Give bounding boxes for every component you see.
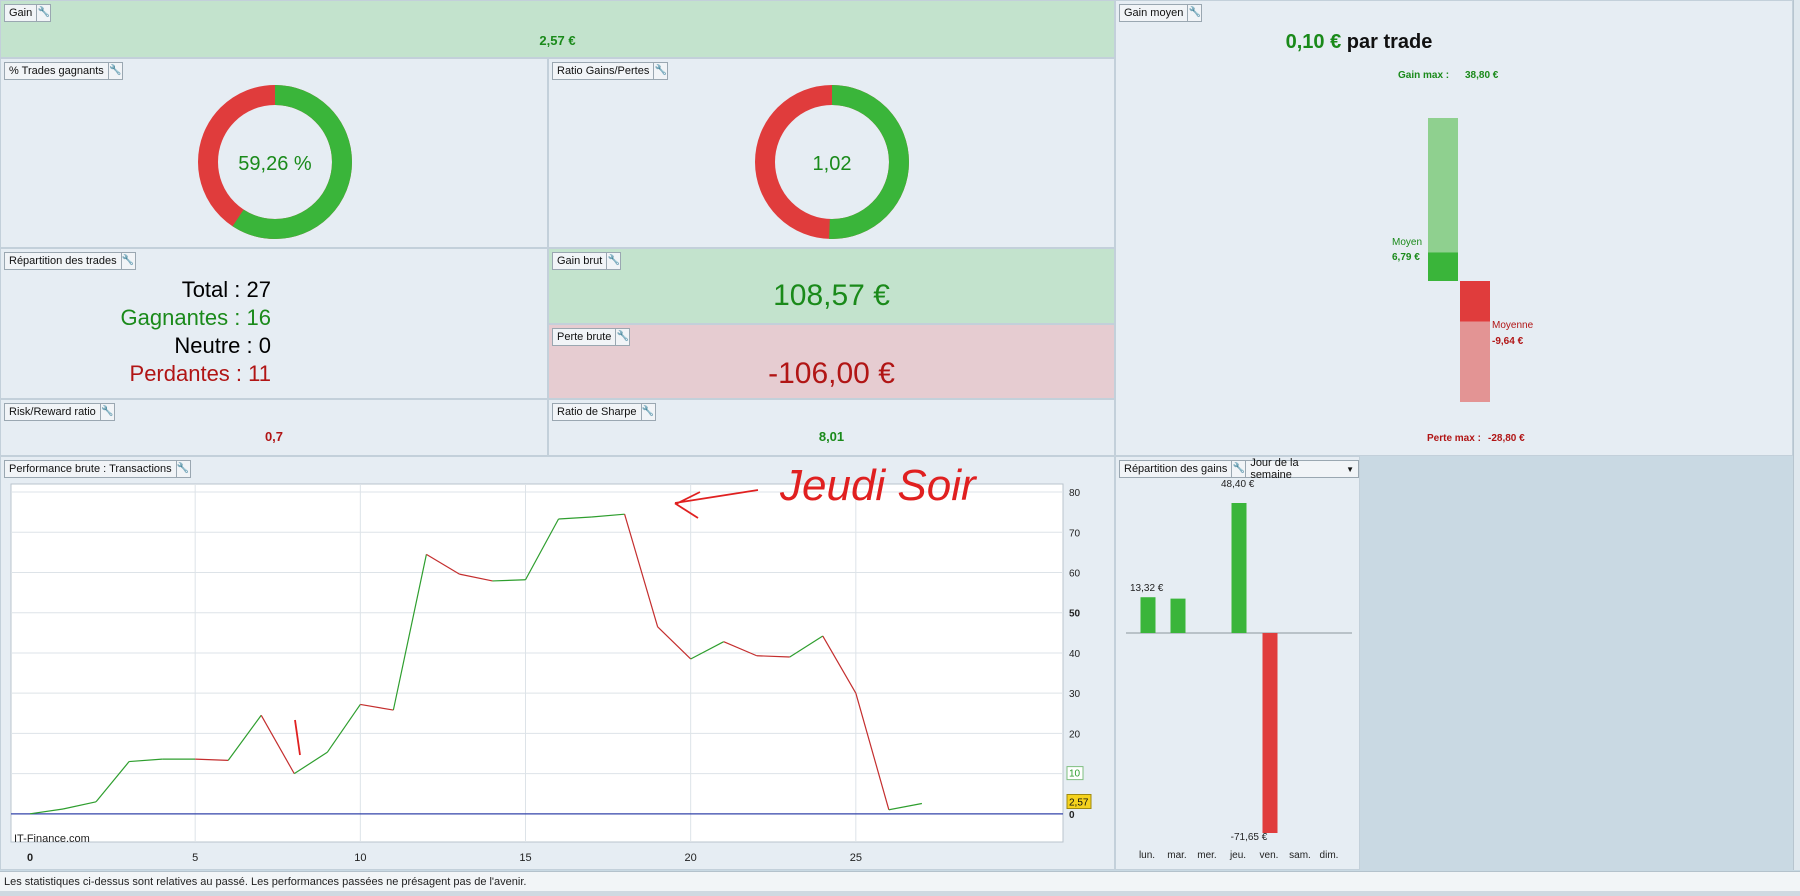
- day-bar-positive: [1231, 503, 1247, 633]
- marker-label: 10: [1069, 769, 1081, 780]
- day-label: dim.: [1320, 850, 1339, 861]
- ratio-value: 1,02: [813, 153, 852, 175]
- disclaimer: Les statistiques ci-dessus sont relative…: [0, 871, 1800, 891]
- label-thu-neg: -71,65 €: [1231, 832, 1268, 843]
- y-tick-label: 70: [1069, 528, 1081, 539]
- ratio-donut: 1,02: [755, 85, 909, 239]
- moyenne-value: -9,64 €: [1492, 336, 1524, 347]
- x-tick-label: 15: [519, 852, 531, 864]
- repartition-gains-panel: Répartition des gains 🔧 Jour de la semaine…: [1115, 456, 1360, 870]
- gain-moyen-panel: Gain moyen 🔧 0,10 € par trade Gain max : …: [1115, 0, 1793, 456]
- wrench-icon[interactable]: 🔧: [120, 253, 135, 269]
- trades-breakdown: Total : 27 Gagnantes : 16 Neutre : 0 Per…: [1, 276, 547, 388]
- gain-brut-panel: Gain brut 🔧 108,57 €: [548, 248, 1115, 324]
- repartition-gains-chart: lun. mar. mer. jeu. ven. sam. dim. 13,32 € 48,…: [1126, 479, 1352, 861]
- gain-moyen-chart: Gain max : 38,80 € Moyen 6,79 € Moyenne …: [1392, 70, 1534, 444]
- x-tick-label: 20: [685, 852, 697, 864]
- bottom-toolbar: [0, 891, 1800, 896]
- gain-title: Gain 🔧: [4, 4, 52, 22]
- day-label: jeu.: [1229, 850, 1246, 861]
- loss-avg-bar: [1460, 281, 1490, 322]
- empty-area: [1360, 456, 1793, 870]
- plot-area: [10, 483, 1064, 843]
- x-tick-label: 10: [354, 852, 366, 864]
- ratio-gains-pertes-panel: Ratio Gains/Pertes 🔧 1,02: [548, 58, 1115, 248]
- wrench-icon[interactable]: 🔧: [615, 329, 629, 345]
- moyen-value: 6,79 €: [1392, 252, 1420, 263]
- day-bar-positive: [1170, 598, 1186, 633]
- label-mon: 13,32 €: [1130, 583, 1164, 594]
- y-tick-label: 20: [1069, 729, 1081, 740]
- day-label: ven.: [1260, 850, 1279, 861]
- scrollbar[interactable]: [1793, 0, 1800, 870]
- repartition-trades-title: Répartition des trades 🔧: [4, 252, 136, 270]
- total-row: Total : 27: [181, 277, 271, 302]
- risk-reward-title: Risk/Reward ratio 🔧: [4, 403, 115, 421]
- x-tick-label: 25: [850, 852, 862, 864]
- perte-max-label: Perte max :: [1427, 433, 1481, 444]
- perdantes-row: Perdantes : 11: [129, 361, 271, 386]
- x-tick-label: 5: [192, 852, 198, 864]
- last-value-label: 2,57: [1069, 798, 1089, 809]
- risk-reward-value: 0,7: [264, 429, 284, 444]
- gain-brut-value: 108,57 €: [773, 279, 890, 312]
- perte-brute-panel: Perte brute 🔧 -106,00 €: [548, 324, 1115, 399]
- gagnantes-row: Gagnantes : 16: [120, 305, 271, 330]
- day-bar-positive: [1140, 597, 1156, 633]
- wrench-icon[interactable]: 🔧: [36, 5, 50, 21]
- performance-chart: 051015202580706050403020100 2,5710 IT-Fi…: [10, 483, 1092, 864]
- perte-brute-title: Perte brute 🔧: [552, 328, 631, 346]
- moyen-label: Moyen: [1392, 237, 1422, 248]
- y-tick-label: 30: [1069, 689, 1081, 700]
- day-bar-negative: [1262, 633, 1278, 833]
- performance-panel: Performance brute : Transactions 🔧 0 5 10 15…: [0, 456, 1115, 870]
- trades-gagnants-value: 59,26 %: [238, 153, 312, 175]
- neutre-row: Neutre : 0: [174, 333, 271, 358]
- gain-avg-bar: [1428, 252, 1458, 281]
- risk-reward-panel: Risk/Reward ratio 🔧 0,7: [0, 399, 548, 456]
- day-label: mer.: [1197, 850, 1216, 861]
- gain-brut-title: Gain brut 🔧: [552, 252, 622, 270]
- moyenne-label: Moyenne: [1492, 320, 1534, 331]
- perte-max-value: -28,80 €: [1488, 433, 1525, 444]
- gain-panel: Gain 🔧 2,57 €: [0, 0, 1115, 58]
- y-tick-label: 60: [1069, 568, 1081, 579]
- day-label: mar.: [1167, 850, 1186, 861]
- sharpe-value: 8,01: [818, 429, 845, 444]
- x-tick-label: 0: [27, 852, 33, 864]
- sharpe-title: Ratio de Sharpe 🔧: [552, 403, 656, 421]
- day-bars: [1140, 503, 1278, 833]
- loss-max-bar: [1460, 321, 1490, 402]
- trades-gagnants-panel: % Trades gagnants 🔧 59,26 %: [0, 58, 548, 248]
- day-labels: lun. mar. mer. jeu. ven. sam. dim.: [1139, 850, 1339, 861]
- gain-value: 2,57 €: [539, 33, 576, 48]
- day-label: lun.: [1139, 850, 1155, 861]
- y-tick-label: 0: [1069, 810, 1075, 821]
- trades-gagnants-donut: 59,26 %: [198, 85, 352, 239]
- repartition-trades-panel: Répartition des trades 🔧 Total : 27 Gagna…: [0, 248, 548, 399]
- day-label: sam.: [1289, 850, 1311, 861]
- y-tick-label: 50: [1069, 609, 1081, 620]
- perte-brute-value: -106,00 €: [768, 357, 895, 390]
- wrench-icon[interactable]: 🔧: [99, 404, 114, 420]
- y-tick-label: 40: [1069, 649, 1081, 660]
- sharpe-panel: Ratio de Sharpe 🔧 8,01: [548, 399, 1115, 456]
- wrench-icon[interactable]: 🔧: [640, 404, 655, 420]
- y-tick-label: 80: [1069, 488, 1081, 499]
- watermark: IT-Finance.com: [14, 833, 90, 845]
- gain-max-value: 38,80 €: [1465, 70, 1499, 81]
- wrench-icon[interactable]: 🔧: [606, 253, 620, 269]
- label-thu-pos: 48,40 €: [1221, 479, 1255, 490]
- gain-max-label: Gain max :: [1398, 70, 1449, 81]
